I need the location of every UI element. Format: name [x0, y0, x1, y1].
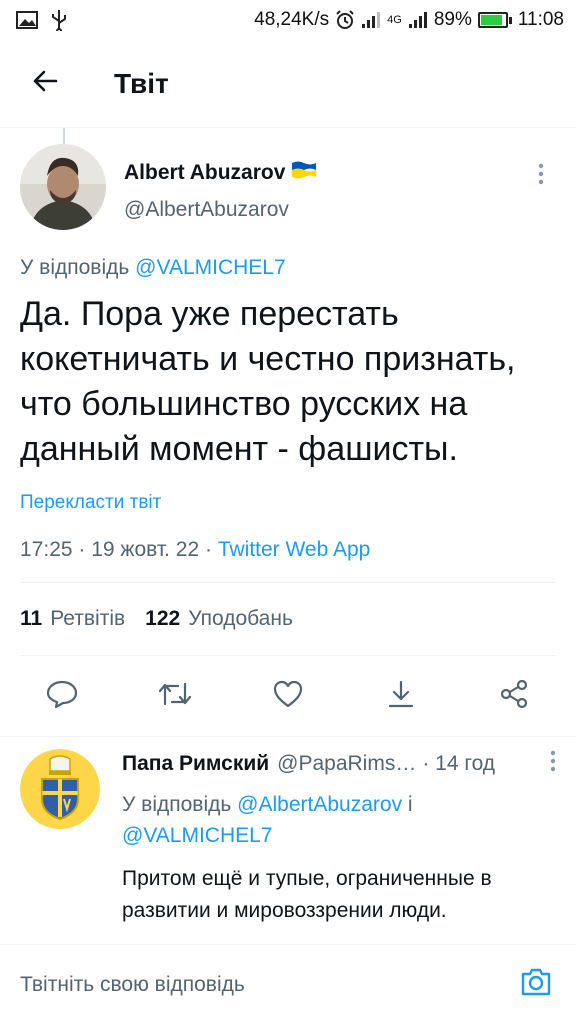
author-name-row[interactable]: Albert Abuzarov — [124, 160, 526, 186]
back-button[interactable] — [0, 40, 90, 128]
like-button[interactable] — [268, 676, 308, 716]
retweet-button[interactable] — [155, 676, 195, 716]
alarm-icon — [335, 10, 355, 30]
tweet-meta: 17:25 · 19 жовт. 22 · Twitter Web App — [20, 538, 556, 562]
page-title: Твіт — [114, 67, 169, 99]
share-icon — [498, 678, 530, 715]
reply-tweet[interactable]: Папа Римский @PapaRims… · 14 год У відпо… — [0, 736, 576, 944]
tweet-timestamp: 17:25 · 19 жовт. 22 · — [20, 538, 218, 561]
reply-author-handle[interactable]: @PapaRims… — [277, 752, 416, 776]
reply-body: Папа Римский @PapaRims… · 14 год У відпо… — [122, 749, 556, 944]
share-button[interactable] — [494, 676, 534, 716]
like-icon — [272, 679, 304, 714]
network-type: 4G — [387, 14, 402, 26]
reply-and: і — [407, 793, 413, 816]
author-name: Albert Abuzarov — [124, 161, 286, 184]
likes-stat[interactable]: 122 Уподобань — [145, 607, 293, 631]
reply-author-name[interactable]: Папа Римский — [122, 752, 269, 776]
reply-input[interactable] — [20, 972, 516, 997]
tweet-stats: 11 Ретвітів 122 Уподобань — [20, 583, 556, 655]
status-bar-right: 48,24K/s 4G 89% 11:08 — [254, 9, 564, 31]
main-tweet: Albert Abuzarov @AlbertAbuzarov У відпов… — [0, 144, 576, 736]
status-bar-left — [16, 9, 68, 31]
translate-link[interactable]: Перекласти твіт — [20, 492, 161, 514]
retweets-stat[interactable]: 11 Ретвітів — [20, 607, 125, 631]
reply-text: Притом ещё и тупые, ограниченные в разви… — [122, 867, 492, 922]
back-arrow-icon — [30, 66, 60, 101]
more-vertical-icon — [550, 750, 556, 777]
tweet-actions — [20, 656, 556, 736]
network-speed: 48,24K/s — [254, 9, 330, 30]
top-app-bar: Твіт — [0, 40, 576, 128]
reply-mention-link[interactable]: @AlbertAbuzarov — [237, 793, 402, 816]
reply-header: Папа Римский @PapaRims… · 14 год — [122, 749, 556, 779]
reply-more-button[interactable] — [550, 750, 556, 778]
avatar[interactable] — [20, 144, 106, 230]
retweets-label: Ретвітів — [50, 607, 126, 630]
bookmark-button[interactable] — [381, 676, 421, 716]
reply-prefix: У відповідь — [20, 256, 130, 279]
retweet-icon — [158, 680, 192, 713]
compose-reply-bar — [0, 944, 576, 1024]
battery-icon — [477, 12, 512, 28]
author-handle[interactable]: @AlbertAbuzarov — [124, 198, 526, 222]
clock: 11:08 — [517, 9, 564, 30]
camera-icon — [519, 966, 553, 1003]
image-icon — [16, 11, 38, 29]
bookmark-icon — [386, 679, 416, 714]
usb-icon — [50, 9, 68, 31]
more-options-button[interactable] — [526, 156, 556, 196]
author-row: Albert Abuzarov @AlbertAbuzarov — [20, 144, 556, 240]
more-vertical-icon — [538, 163, 544, 190]
tweet-text: Да. Пора уже перестать кокетничать и чес… — [20, 295, 516, 468]
camera-button[interactable] — [516, 965, 556, 1005]
reply-button[interactable] — [42, 676, 82, 716]
tweet-source-link[interactable]: Twitter Web App — [218, 538, 371, 561]
battery-percent: 89% — [433, 9, 472, 30]
reply-mention-link[interactable]: @VALMICHEL7 — [135, 256, 285, 279]
thread-connector — [63, 128, 65, 144]
retweets-count: 11 — [20, 607, 43, 630]
likes-count: 122 — [145, 607, 181, 630]
reply-icon — [46, 679, 78, 714]
ukraine-flag-icon — [291, 160, 317, 186]
likes-label: Уподобань — [188, 607, 293, 630]
reply-mention-link[interactable]: @VALMICHEL7 — [122, 824, 272, 847]
reply-context: У відповідь @AlbertAbuzarov і @VALMICHEL… — [122, 789, 556, 851]
author-info: Albert Abuzarov @AlbertAbuzarov — [124, 144, 526, 222]
signal-icon — [361, 11, 381, 29]
signal-icon — [408, 11, 428, 29]
reply-context: У відповідь @VALMICHEL7 — [20, 256, 556, 280]
reply-prefix: У відповідь — [122, 793, 232, 816]
status-bar: 48,24K/s 4G 89% 11:08 — [0, 0, 576, 40]
reply-time: · 14 год — [422, 752, 496, 775]
avatar[interactable] — [20, 749, 100, 829]
